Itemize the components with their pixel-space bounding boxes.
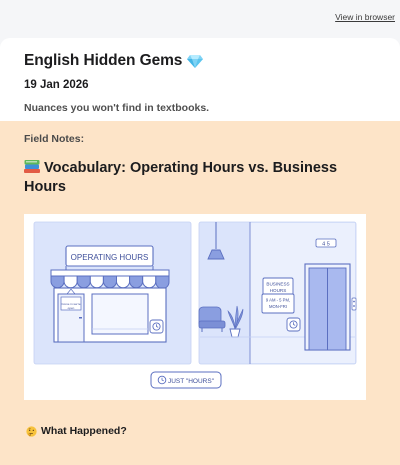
shop-window	[91, 293, 149, 335]
svg-text:BUSINESS: BUSINESS	[266, 282, 289, 287]
svg-text:open: open	[68, 306, 75, 310]
gem-icon	[187, 55, 204, 68]
books-icon	[24, 160, 40, 173]
newsletter-header: English Hidden Gems 19 Jan 2026 Nuances …	[0, 38, 400, 121]
newsletter-tagline: Nuances you won't find in textbooks.	[24, 102, 210, 114]
top-bar: View in browser	[0, 0, 400, 38]
what-happened-text: What Happened?	[41, 425, 127, 437]
elevator-buttons	[351, 297, 357, 311]
thinking-face-icon	[26, 425, 37, 437]
awning-stripes	[50, 275, 170, 290]
article-title: Vocabulary: Operating Hours vs. Business…	[24, 159, 374, 197]
svg-text:9 AM - 5 PM,: 9 AM - 5 PM,	[266, 298, 290, 303]
svg-text:MON-FRI: MON-FRI	[269, 304, 287, 309]
article-section: Field Notes: Vocabulary: Operating Hours…	[0, 121, 400, 465]
plant-pot	[229, 328, 241, 338]
just-hours-text: JUST "HOURS"	[168, 378, 215, 385]
svg-text:4 5: 4 5	[322, 242, 330, 248]
operating-hours-sign-text: OPERATING HOURS	[71, 253, 149, 262]
svg-text:HOURS: HOURS	[270, 288, 287, 293]
what-happened-heading: What Happened?	[26, 425, 400, 437]
issue-date: 19 Jan 2026	[24, 79, 89, 91]
awning-top	[50, 269, 170, 277]
view-in-browser-link[interactable]: View in browser	[335, 12, 395, 22]
newsletter-title: English Hidden Gems	[24, 52, 183, 69]
illustration-graphic: OPERATING HOURS Come in we're open BUSIN…	[33, 221, 357, 389]
section-label: Field Notes:	[24, 133, 85, 145]
illustration: OPERATING HOURS Come in we're open BUSIN…	[24, 214, 366, 400]
newsletter-title-row: English Hidden Gems	[24, 52, 400, 70]
article-title-text: Vocabulary: Operating Hours vs. Business…	[24, 160, 338, 195]
